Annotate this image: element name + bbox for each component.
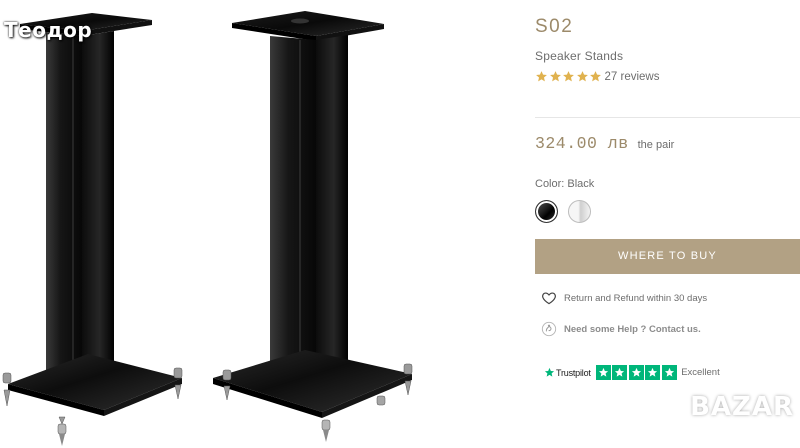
star-icon <box>664 367 674 377</box>
price-row: 324.00 лв the pair <box>535 134 674 153</box>
help-link[interactable]: Need some Help ? Contact us. <box>541 321 701 337</box>
owner-watermark: Теодор <box>4 18 93 42</box>
star-icon <box>598 367 608 377</box>
trustpilot-star <box>661 365 677 380</box>
product-image: Теодор <box>0 0 520 448</box>
where-to-buy-button[interactable]: WHERE TO BUY <box>535 239 800 274</box>
trustpilot-star <box>645 365 661 380</box>
returns-info: Return and Refund within 30 days <box>541 290 707 306</box>
price-value: 324.00 лв <box>535 134 629 153</box>
left-stand <box>2 13 183 446</box>
star-icon <box>536 71 547 82</box>
star-icon <box>590 71 601 82</box>
rating-row[interactable]: 27 reviews <box>535 70 659 83</box>
speaker-stands-photo <box>2 11 413 446</box>
trustpilot-logo: Trustpilot <box>544 367 591 378</box>
trustpilot-stars <box>595 365 679 380</box>
trustpilot-brand: Trustpilot <box>556 367 591 378</box>
swatch-white[interactable] <box>568 200 591 223</box>
trustpilot-widget[interactable]: Trustpilot Excellent <box>544 365 720 380</box>
product-model-title: S02 <box>535 16 574 37</box>
trustpilot-star <box>612 365 628 380</box>
star-icon <box>563 71 574 82</box>
help-text[interactable]: Need some Help ? Contact us. <box>564 324 701 335</box>
reviews-link[interactable]: 27 reviews <box>605 71 660 83</box>
rating-stars <box>535 70 603 83</box>
trustpilot-star <box>628 365 644 380</box>
product-info-panel: S02 Speaker Stands 27 reviews 324.00 лв … <box>535 0 800 448</box>
returns-text: Return and Refund within 30 days <box>564 292 708 304</box>
color-label: Color: Black <box>535 178 595 190</box>
trustpilot-star-icon <box>544 367 555 377</box>
star-icon <box>576 71 588 82</box>
product-category: Speaker Stands <box>535 49 624 63</box>
star-icon <box>631 367 641 377</box>
support-hand-icon <box>541 321 557 337</box>
star-icon <box>549 71 561 82</box>
divider <box>535 117 800 118</box>
star-icon <box>615 367 625 377</box>
price-unit: the pair <box>637 139 675 151</box>
right-stand <box>213 11 413 442</box>
trustpilot-rating-label: Excellent <box>681 367 720 378</box>
trustpilot-star <box>595 365 611 380</box>
heart-outline-icon <box>542 292 556 305</box>
star-icon <box>648 367 658 377</box>
color-swatches <box>535 200 601 223</box>
swatch-black[interactable] <box>535 200 558 223</box>
